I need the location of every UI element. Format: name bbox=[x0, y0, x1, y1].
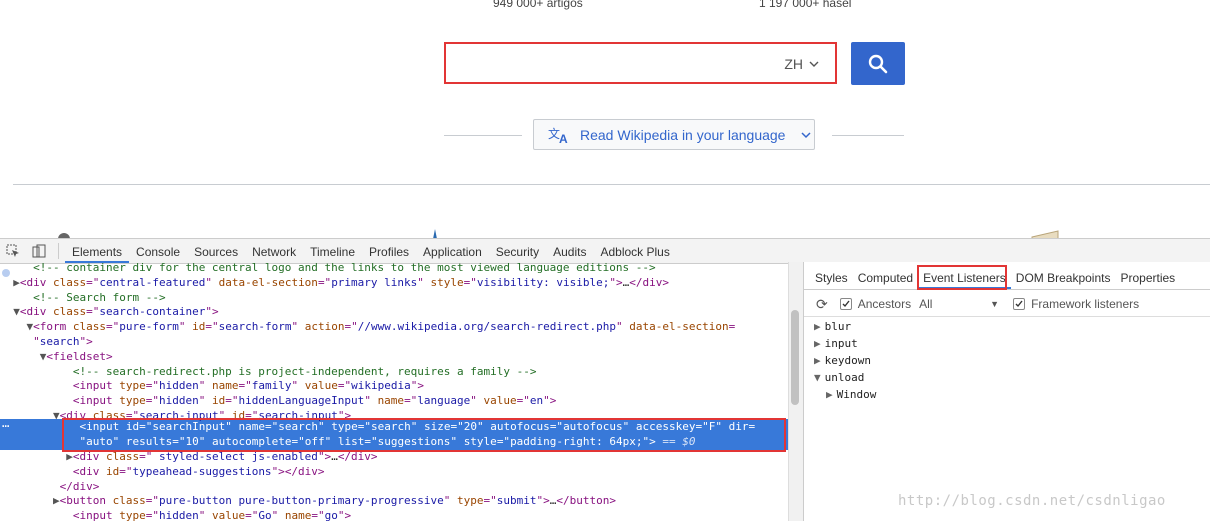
event-listener-item[interactable]: ▼ unload bbox=[814, 369, 864, 386]
framework-listeners-checkbox[interactable] bbox=[1013, 298, 1026, 310]
article-count-right: 1 197 000+ hasel bbox=[759, 0, 852, 10]
event-listener-name: keydown bbox=[824, 354, 871, 367]
elements-dom-tree: <input id="searchInput" name="search" ty… bbox=[0, 262, 788, 521]
selected-node-highlight[interactable]: <input id="searchInput" name="search" ty… bbox=[0, 419, 788, 450]
collapsed-triangle-icon[interactable]: ▶ bbox=[53, 494, 60, 507]
dom-node-line[interactable]: ▶<div class="central-featured" data-el-s… bbox=[0, 275, 788, 290]
tab-timeline[interactable]: Timeline bbox=[303, 239, 362, 263]
event-listener-item[interactable]: ▶ Window bbox=[826, 386, 876, 403]
article-count-left: 949 000+ artigos bbox=[493, 0, 583, 10]
collapsed-triangle-icon[interactable]: ▶ bbox=[826, 388, 833, 401]
tab-styles[interactable]: Styles bbox=[810, 265, 853, 289]
tab-sources[interactable]: Sources bbox=[187, 239, 245, 263]
book-icon bbox=[1030, 226, 1060, 240]
expanded-triangle-icon[interactable]: ▼ bbox=[13, 305, 20, 318]
dom-node-line[interactable]: <!-- container div for the central logo … bbox=[0, 262, 788, 275]
dom-node-line[interactable]: <input type="hidden" name="family" value… bbox=[0, 378, 788, 393]
tab-audits[interactable]: Audits bbox=[546, 239, 593, 263]
section-divider bbox=[13, 184, 1210, 185]
event-listener-options: ⟳ Ancestors All ▼ Framework listeners bbox=[804, 292, 1210, 317]
collapsed-triangle-icon[interactable]: ▶ bbox=[814, 354, 821, 367]
tab-application[interactable]: Application bbox=[416, 239, 489, 263]
device-mode-icon[interactable] bbox=[26, 239, 52, 263]
translate-icon: 文 A bbox=[548, 126, 568, 144]
event-listener-name: Window bbox=[836, 388, 877, 401]
event-listener-item[interactable]: ▶ input bbox=[814, 335, 858, 352]
dom-node-line[interactable]: <div id="typeahead-suggestions"></div> bbox=[0, 464, 788, 479]
tab-network[interactable]: Network bbox=[245, 239, 303, 263]
collapsed-triangle-icon[interactable]: ▶ bbox=[814, 337, 821, 350]
dom-node-line[interactable]: <input type="hidden" id="hiddenLanguageI… bbox=[0, 393, 788, 408]
tab-security[interactable]: Security bbox=[489, 239, 546, 263]
event-listener-item[interactable]: ▶ keydown bbox=[814, 352, 871, 369]
dom-node-line[interactable]: "auto" results="10" autocomplete="off" l… bbox=[0, 434, 788, 449]
inspect-element-icon[interactable] bbox=[0, 239, 26, 263]
tab-event-listeners[interactable]: Event Listeners bbox=[918, 265, 1011, 289]
listener-filter-select[interactable]: All ▼ bbox=[919, 297, 999, 311]
language-selector[interactable]: ZH bbox=[784, 56, 819, 72]
dom-node-line[interactable]: ▶<button class="pure-button pure-button-… bbox=[0, 493, 788, 508]
tab-computed[interactable]: Computed bbox=[853, 265, 918, 289]
star-icon bbox=[428, 226, 442, 239]
expanded-triangle-icon[interactable]: ▼ bbox=[53, 409, 60, 422]
dom-node-line[interactable]: <!-- Search form --> bbox=[0, 290, 788, 305]
dom-node-line[interactable]: "search"> bbox=[0, 334, 788, 349]
tab-properties[interactable]: Properties bbox=[1115, 265, 1180, 289]
event-listener-name: blur bbox=[824, 320, 852, 333]
dom-node-line[interactable]: ▼<div class="search-input" id="search-in… bbox=[0, 408, 788, 423]
divider bbox=[444, 135, 522, 136]
event-listener-name: unload bbox=[824, 371, 865, 384]
chevron-down-icon bbox=[801, 131, 811, 138]
dropdown-arrow-icon: ▼ bbox=[990, 299, 1000, 309]
watermark: http://blog.csdn.net/csdnligao bbox=[898, 493, 1166, 509]
search-input[interactable]: ZH bbox=[444, 42, 837, 84]
ancestors-checkbox[interactable] bbox=[839, 298, 852, 310]
framework-listeners-label: Framework listeners bbox=[1031, 297, 1140, 311]
expanded-triangle-icon[interactable]: ▼ bbox=[814, 371, 821, 384]
elements-scroll-thumb[interactable] bbox=[791, 310, 799, 405]
search-icon bbox=[868, 54, 888, 73]
refresh-icon[interactable]: ⟳ bbox=[816, 296, 828, 313]
svg-text:A: A bbox=[559, 132, 568, 144]
breakpoint-marker-icon bbox=[2, 269, 10, 277]
collapsed-triangle-icon[interactable]: ▶ bbox=[13, 276, 20, 289]
collapsed-triangle-icon[interactable]: ▶ bbox=[814, 320, 821, 333]
language-code: ZH bbox=[784, 56, 803, 72]
tab-profiles[interactable]: Profiles bbox=[362, 239, 416, 263]
read-in-your-language-label: Read Wikipedia in your language bbox=[580, 126, 786, 143]
listener-filter-value: All bbox=[919, 297, 933, 311]
tab-adblock-plus[interactable]: Adblock Plus bbox=[593, 239, 676, 263]
dom-node-line[interactable]: ▼<form class="pure-form" id="search-form… bbox=[0, 319, 788, 334]
dom-node-line[interactable]: <!-- search-redirect.php is project-inde… bbox=[0, 364, 788, 379]
dom-node-line[interactable]: <input type="hidden" value="Go" name="go… bbox=[0, 508, 788, 521]
toolbar-separator bbox=[58, 243, 59, 259]
event-listener-name: input bbox=[824, 337, 858, 350]
divider bbox=[832, 135, 904, 136]
read-in-your-language-button[interactable]: 文 A Read Wikipedia in your language bbox=[533, 119, 815, 150]
dom-node-line[interactable]: ▼<div class="search-container"> bbox=[0, 304, 788, 319]
globe-icon bbox=[58, 226, 70, 245]
devtools-toolbar: Elements Console Sources Network Timelin… bbox=[0, 238, 1210, 264]
sidebar-tabs: Styles Computed Event Listeners DOM Brea… bbox=[804, 264, 1210, 290]
tab-console[interactable]: Console bbox=[129, 239, 187, 263]
dom-node-line[interactable]: ▶<div class=" styled-select js-enabled">… bbox=[0, 449, 788, 464]
tab-elements[interactable]: Elements bbox=[65, 239, 130, 263]
tab-dom-breakpoints[interactable]: DOM Breakpoints bbox=[1011, 265, 1116, 289]
search-button[interactable] bbox=[851, 42, 905, 85]
collapsed-triangle-icon[interactable]: ▶ bbox=[66, 450, 73, 463]
ancestors-label: Ancestors bbox=[857, 297, 912, 311]
chevron-down-icon bbox=[809, 61, 819, 67]
event-listener-item[interactable]: ▶ blur bbox=[814, 318, 851, 335]
more-options-icon[interactable]: ⋯ bbox=[2, 419, 9, 433]
devtools-sidebar: Styles Computed Event Listeners DOM Brea… bbox=[803, 262, 1210, 521]
dom-node-line[interactable]: ▼<fieldset> bbox=[0, 349, 788, 364]
dom-node-line[interactable]: </div> bbox=[0, 479, 788, 494]
